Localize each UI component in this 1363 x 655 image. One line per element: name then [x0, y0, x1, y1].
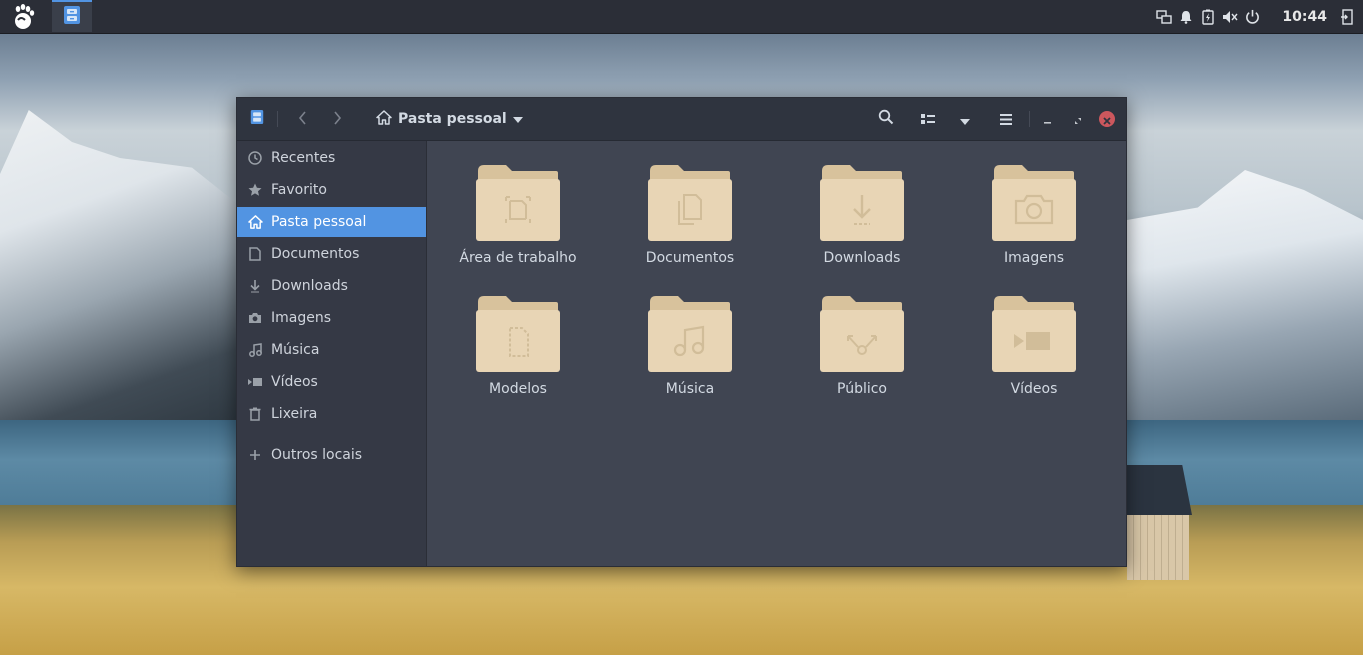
trash-icon	[247, 406, 263, 422]
logout-icon[interactable]	[1339, 8, 1355, 25]
path-bar-button[interactable]: Pasta pessoal	[376, 98, 523, 140]
folder-label: Público	[837, 381, 887, 397]
minimize-icon	[1044, 110, 1052, 129]
power-icon[interactable]	[1244, 9, 1260, 25]
sidebar-item-label: Imagens	[271, 310, 332, 326]
wallpaper-mountain-right	[1127, 170, 1363, 420]
folder-item-musica[interactable]: Música	[615, 286, 765, 406]
sidebar-item-label: Música	[271, 342, 320, 358]
music-folder-icon	[648, 296, 732, 372]
desktop-folder-icon	[476, 165, 560, 241]
sidebar-item-label: Pasta pessoal	[271, 214, 367, 230]
chevron-left-icon	[298, 110, 308, 129]
sidebar-item-documentos[interactable]: Documentos	[237, 239, 426, 269]
star-icon	[247, 182, 263, 198]
sidebar-item-label: Favorito	[271, 182, 327, 198]
wallpaper-cabin	[1127, 465, 1227, 580]
sidebar-item-imagens[interactable]: Imagens	[237, 303, 426, 333]
maximize-button[interactable]	[1069, 98, 1087, 140]
main-menu-button[interactable]	[994, 98, 1018, 140]
sidebar-item-label: Vídeos	[271, 374, 318, 390]
home-icon	[247, 214, 263, 230]
pictures-folder-icon	[992, 165, 1076, 241]
sidebar-item-favorito[interactable]: Favorito	[237, 175, 426, 205]
folder-label: Vídeos	[1010, 381, 1058, 397]
folder-item-documentos[interactable]: Documentos	[615, 155, 765, 275]
folder-grid: Área de trabalho Documentos Downloads Im…	[427, 141, 1126, 566]
list-view-icon	[921, 110, 935, 129]
sidebar-item-recentes[interactable]: Recentes	[237, 143, 426, 173]
public-folder-icon	[820, 296, 904, 372]
folder-item-area-de-trabalho[interactable]: Área de trabalho	[443, 155, 593, 275]
path-label: Pasta pessoal	[398, 111, 507, 127]
folder-item-publico[interactable]: Público	[787, 286, 937, 406]
documents-folder-icon	[648, 165, 732, 241]
sidebar-item-outros-locais[interactable]: Outros locais	[237, 440, 426, 470]
clock[interactable]: 10:44	[1282, 9, 1327, 25]
back-button[interactable]	[291, 98, 315, 140]
file-cabinet-icon	[250, 109, 264, 129]
templates-folder-icon	[476, 296, 560, 372]
view-toggle-button[interactable]	[916, 98, 940, 140]
gnome-foot-icon[interactable]	[0, 0, 42, 33]
volume-muted-icon[interactable]	[1222, 9, 1238, 25]
app-menu-button[interactable]	[245, 98, 269, 140]
battery-icon[interactable]	[1200, 9, 1216, 25]
sidebar-item-videos[interactable]: Vídeos	[237, 367, 426, 397]
chevron-right-icon	[332, 110, 342, 129]
sidebar-item-label: Outros locais	[271, 447, 363, 463]
network-icon[interactable]	[1156, 9, 1173, 25]
download-icon	[247, 278, 263, 294]
sidebar-item-label: Documentos	[271, 246, 360, 262]
file-cabinet-icon	[63, 5, 81, 29]
folder-label: Modelos	[489, 381, 547, 397]
hamburger-menu-icon	[1000, 110, 1012, 129]
downloads-folder-icon	[820, 165, 904, 241]
camera-icon	[247, 310, 263, 326]
close-button[interactable]	[1099, 111, 1115, 127]
caret-down-icon	[512, 111, 523, 127]
folder-label: Música	[665, 381, 715, 397]
music-icon	[247, 342, 263, 358]
close-icon	[1103, 110, 1111, 129]
folder-label: Documentos	[645, 250, 735, 266]
sidebar-item-pasta-pessoal[interactable]: Pasta pessoal	[237, 207, 426, 237]
sidebar-item-label: Recentes	[271, 150, 336, 166]
caret-down-icon	[960, 110, 970, 129]
sidebar-item-musica[interactable]: Música	[237, 335, 426, 365]
separator	[1029, 111, 1030, 127]
view-options-button[interactable]	[953, 98, 977, 140]
notifications-bell-icon[interactable]	[1178, 9, 1194, 25]
folder-label: Downloads	[823, 250, 901, 266]
system-tray: 10:44	[1156, 0, 1363, 33]
places-sidebar: Recentes Favorito Pasta pessoal Document…	[237, 141, 427, 566]
maximize-icon	[1074, 110, 1082, 129]
wallpaper-mountain-left	[0, 110, 240, 430]
headerbar: Pasta pessoal	[237, 98, 1126, 141]
sidebar-item-label: Downloads	[271, 278, 348, 294]
folder-item-downloads[interactable]: Downloads	[787, 155, 937, 275]
minimize-button[interactable]	[1039, 98, 1057, 140]
folder-item-modelos[interactable]: Modelos	[443, 286, 593, 406]
document-icon	[247, 246, 263, 262]
sidebar-item-label: Lixeira	[271, 406, 318, 422]
plus-icon	[247, 447, 263, 463]
sidebar-item-lixeira[interactable]: Lixeira	[237, 399, 426, 429]
folder-label: Imagens	[1003, 250, 1064, 266]
home-icon	[376, 109, 392, 129]
separator	[277, 111, 278, 127]
folder-label: Área de trabalho	[459, 250, 577, 266]
taskbar-files-app[interactable]	[52, 0, 92, 32]
sidebar-item-downloads[interactable]: Downloads	[237, 271, 426, 301]
top-panel: 10:44	[0, 0, 1363, 34]
search-button[interactable]	[874, 98, 898, 140]
video-icon	[247, 374, 263, 390]
forward-button[interactable]	[325, 98, 349, 140]
clock-icon	[247, 150, 263, 166]
search-icon	[878, 109, 894, 129]
folder-item-videos[interactable]: Vídeos	[959, 286, 1109, 406]
file-manager-window: Pasta pessoal Recentes Favorito Pasta pe…	[236, 97, 1127, 567]
folder-item-imagens[interactable]: Imagens	[959, 155, 1109, 275]
videos-folder-icon	[992, 296, 1076, 372]
